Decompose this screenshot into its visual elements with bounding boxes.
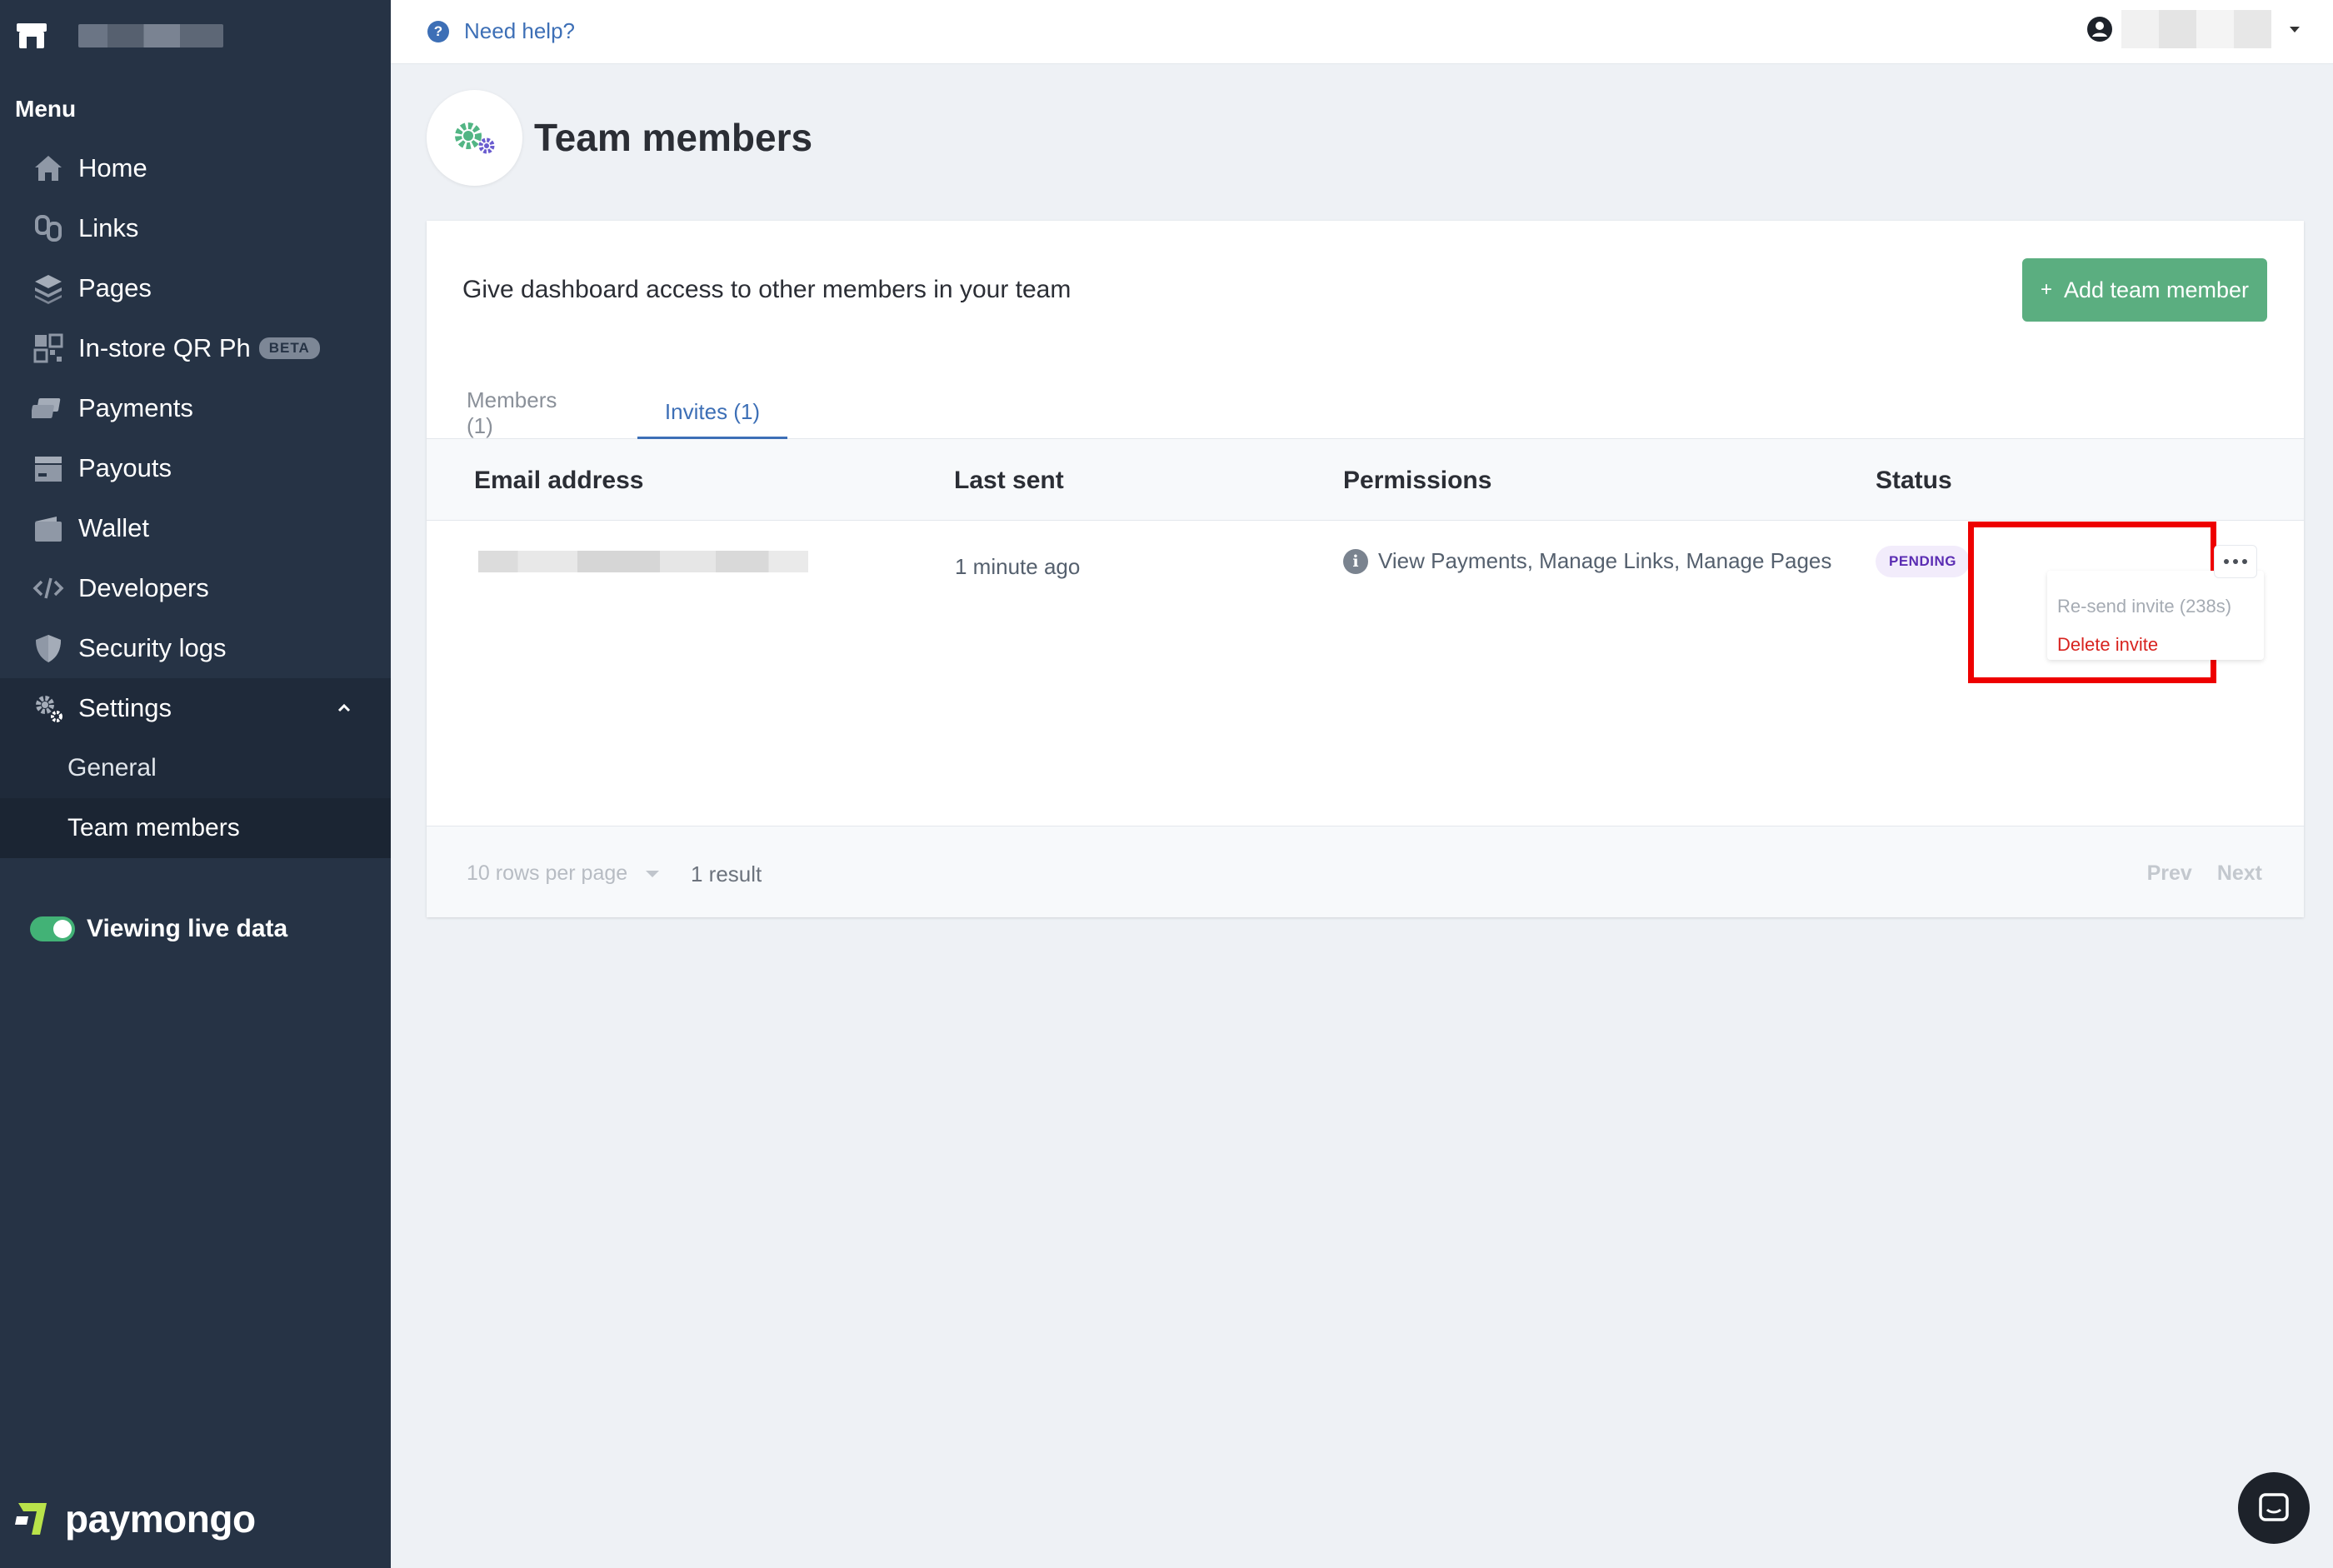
pages-icon — [30, 270, 67, 307]
caret-down-icon — [2290, 26, 2300, 32]
sidebar-item-label: Security logs — [78, 633, 227, 662]
links-icon — [30, 210, 67, 247]
plus-icon: + — [2040, 278, 2052, 301]
resend-invite-option[interactable]: Re-send invite (238s) — [2057, 596, 2231, 617]
sidebar-item-label: Links — [78, 213, 139, 242]
sidebar-item-payouts[interactable]: Payouts — [0, 438, 391, 498]
store-name-redacted — [78, 24, 223, 47]
sidebar-item-label: In-store QR Ph — [78, 333, 251, 362]
live-data-label: Viewing live data — [87, 915, 288, 942]
brand-logo: paymongo — [15, 1496, 256, 1541]
sidebar-item-security-logs[interactable]: Security logs — [0, 618, 391, 678]
table-footer: 10 rows per page 1 result Prev Next — [427, 826, 2304, 917]
sidebar-subitem-team-members[interactable]: Team members — [0, 798, 391, 858]
gear-icon — [30, 690, 67, 727]
sidebar-item-payments[interactable]: Payments — [0, 378, 391, 438]
sidebar-item-label: Payouts — [78, 453, 172, 482]
pagination: Prev Next — [2147, 861, 2262, 886]
add-team-member-button[interactable]: + Add team member — [2022, 258, 2267, 322]
email-redacted — [478, 551, 808, 572]
home-icon — [30, 150, 67, 187]
sidebar-item-label: Payments — [78, 393, 193, 422]
sidebar-subitem-general[interactable]: General — [0, 738, 391, 798]
permissions-cell: i View Payments, Manage Links, Manage Pa… — [1343, 548, 1831, 574]
sidebar-item-label: Pages — [78, 273, 152, 302]
help-icon: ? — [427, 20, 449, 42]
sidebar-item-label: Wallet — [78, 513, 149, 542]
user-name-redacted — [2121, 10, 2271, 48]
live-data-toggle-row[interactable]: Viewing live data — [30, 915, 287, 943]
prev-button[interactable]: Prev — [2147, 861, 2192, 886]
user-menu[interactable] — [2086, 10, 2300, 48]
dropdown-caret-icon — [646, 870, 660, 877]
payments-icon — [30, 390, 67, 427]
topbar: ? Need help? — [391, 0, 2333, 64]
beta-badge: BETA — [258, 337, 320, 359]
delete-invite-option[interactable]: Delete invite — [2057, 634, 2158, 656]
more-actions-button[interactable] — [2214, 545, 2257, 578]
add-team-member-label: Add team member — [2063, 277, 2250, 302]
next-button[interactable]: Next — [2217, 861, 2262, 886]
row-actions-menu: Re-send invite (238s) Delete invite — [2047, 571, 2264, 660]
ellipsis-icon — [2224, 559, 2229, 564]
sidebar-item-home[interactable]: Home — [0, 138, 391, 198]
chat-launcher-button[interactable] — [2238, 1472, 2310, 1544]
sidebar: Menu Home Links Pages In-store QR Ph BET… — [0, 0, 391, 1568]
rows-per-page-select[interactable]: 10 rows per page — [467, 861, 660, 886]
sidebar-item-pages[interactable]: Pages — [0, 258, 391, 318]
sidebar-item-instore-qr[interactable]: In-store QR Ph BETA — [0, 318, 391, 378]
sidebar-nav: Home Links Pages In-store QR Ph BETA Pay… — [0, 138, 391, 858]
team-members-card: Give dashboard access to other members i… — [427, 221, 2304, 917]
paymongo-logo-icon — [15, 1503, 47, 1535]
help-label: Need help? — [464, 18, 575, 43]
permissions-value: View Payments, Manage Links, Manage Page… — [1378, 548, 1832, 573]
sidebar-item-label: Home — [78, 153, 147, 182]
result-count: 1 result — [691, 861, 762, 886]
sidebar-item-links[interactable]: Links — [0, 198, 391, 258]
sidebar-item-developers[interactable]: Developers — [0, 558, 391, 618]
chat-icon — [2259, 1493, 2289, 1521]
table-header: Email address Last sent Permissions Stat… — [427, 439, 2304, 521]
info-icon[interactable]: i — [1343, 548, 1368, 574]
live-data-toggle[interactable] — [30, 916, 75, 941]
column-header-permissions: Permissions — [1343, 467, 1492, 494]
brand-name: paymongo — [65, 1497, 256, 1541]
column-header-last-sent: Last sent — [954, 467, 1064, 494]
wallet-icon — [30, 510, 67, 547]
sidebar-item-label: Settings — [78, 693, 172, 722]
store-icon — [17, 23, 47, 48]
column-header-status: Status — [1876, 467, 1952, 494]
last-sent-value: 1 minute ago — [955, 554, 1081, 579]
settings-gears-icon — [454, 122, 494, 153]
tab-members[interactable]: Members (1) — [427, 387, 585, 439]
code-icon — [30, 570, 67, 607]
help-link[interactable]: ? Need help? — [427, 18, 575, 44]
store-switcher[interactable] — [15, 22, 223, 50]
status-badge: PENDING — [1876, 546, 1970, 577]
shield-icon — [30, 630, 67, 667]
page-title: Team members — [534, 116, 813, 159]
column-header-email: Email address — [474, 467, 644, 494]
sidebar-item-label: Developers — [78, 573, 209, 602]
tabs: Members (1) Invites (1) — [427, 387, 2304, 439]
chevron-up-icon[interactable] — [334, 698, 354, 718]
payouts-icon — [30, 450, 67, 487]
sidebar-item-settings[interactable]: Settings — [0, 678, 391, 738]
menu-heading: Menu — [15, 96, 77, 122]
sidebar-item-wallet[interactable]: Wallet — [0, 498, 391, 558]
card-description: Give dashboard access to other members i… — [462, 276, 1072, 303]
rows-per-page-label: 10 rows per page — [467, 861, 628, 885]
settings-submenu: General Team members — [0, 738, 391, 858]
tab-invites[interactable]: Invites (1) — [637, 387, 787, 439]
user-icon — [2087, 17, 2112, 42]
qr-icon — [30, 330, 67, 367]
page-icon-circle — [427, 90, 522, 186]
